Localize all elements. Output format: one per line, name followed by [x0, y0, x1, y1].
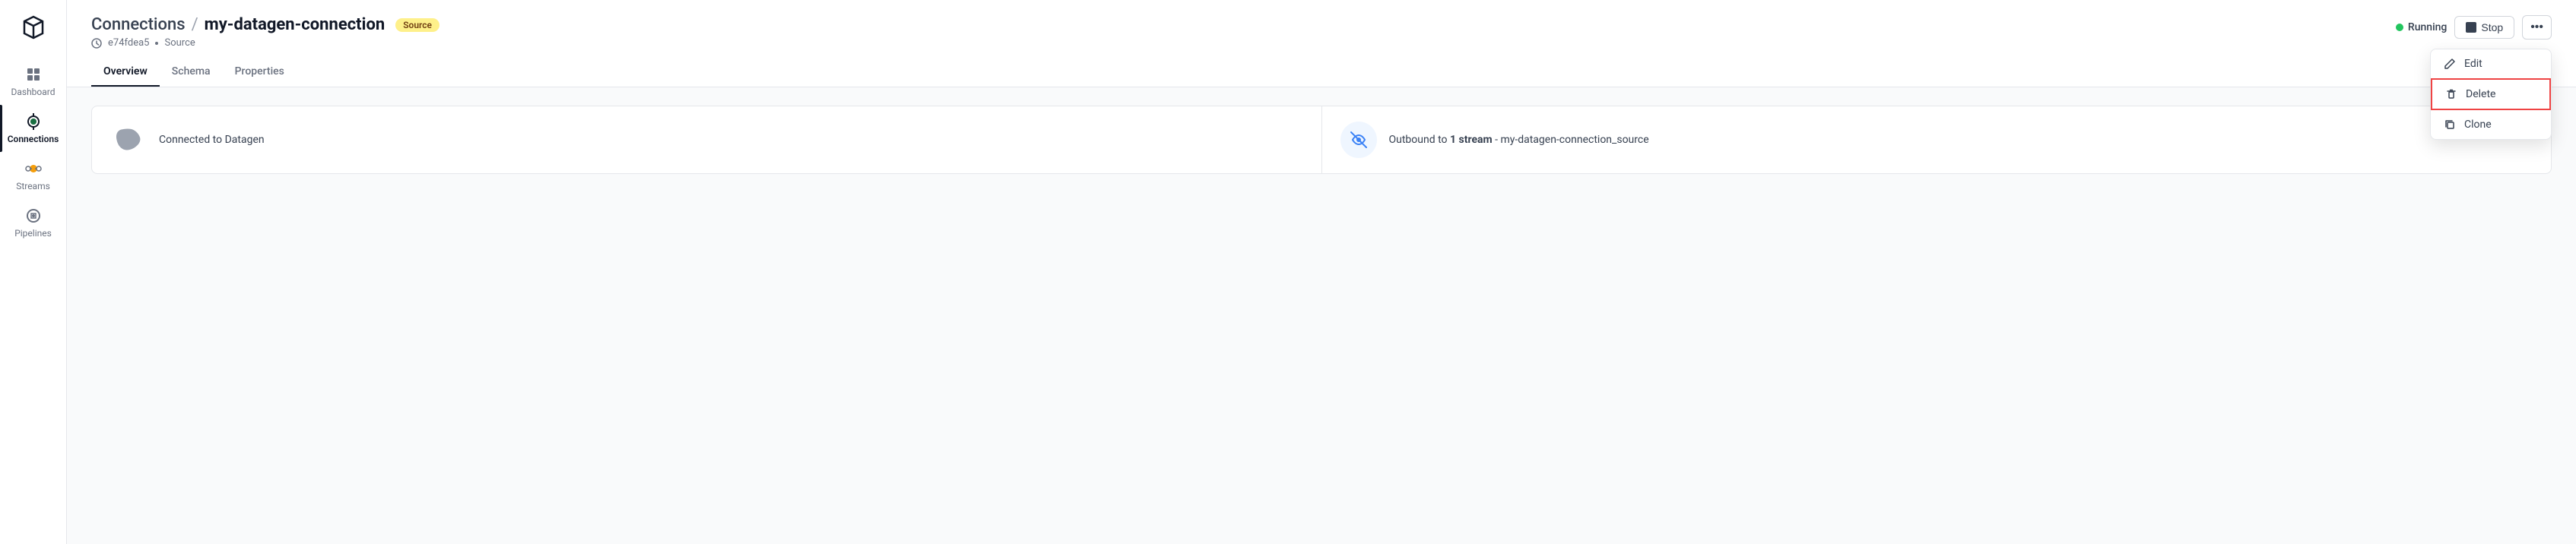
more-dots: •••: [2530, 21, 2543, 34]
info-card-connected: Connected to Datagen: [92, 106, 1322, 173]
tab-schema[interactable]: Schema: [160, 58, 223, 87]
stop-button[interactable]: Stop: [2454, 16, 2514, 39]
sidebar-item-streams[interactable]: Streams: [0, 152, 66, 199]
sidebar-item-label: Dashboard: [11, 87, 55, 97]
info-card-outbound: Outbound to 1 stream - my-datagen-connec…: [1322, 106, 2552, 173]
stream-suffix: - my-datagen-connection_source: [1493, 134, 1649, 146]
streams-icon: [24, 160, 43, 178]
clone-label: Clone: [2464, 119, 2492, 131]
stream-icon: [1340, 122, 1377, 158]
outbound-text: Outbound to 1 stream - my-datagen-connec…: [1389, 134, 1649, 146]
stop-label: Stop: [2481, 21, 2503, 33]
pencil-icon: [2443, 57, 2457, 71]
source-badge: Source: [395, 18, 439, 32]
stream-count: 1 stream: [1450, 134, 1493, 146]
delete-label: Delete: [2466, 88, 2495, 100]
dot-separator: [155, 42, 158, 45]
grid-icon: [24, 65, 43, 84]
dropdown-menu: Edit Delete: [2430, 49, 2552, 140]
breadcrumb-title: Connections / my-datagen-connection Sour…: [91, 15, 2552, 34]
dropdown-item-edit[interactable]: Edit: [2431, 49, 2551, 78]
sidebar-item-dashboard[interactable]: Dashboard: [0, 58, 66, 105]
sidebar-item-label: Streams: [16, 181, 50, 191]
connected-text: Connected to Datagen: [159, 134, 265, 146]
sidebar-item-pipelines[interactable]: Pipelines: [0, 199, 66, 246]
running-status: Running: [2396, 21, 2447, 33]
sidebar-item-label: Connections: [8, 134, 59, 144]
subtitle-id: e74fdea5: [108, 37, 149, 49]
running-dot: [2396, 24, 2403, 31]
edit-label: Edit: [2464, 58, 2482, 70]
breadcrumb-connections[interactable]: Connections: [91, 15, 186, 34]
breadcrumb-separator: /: [192, 15, 198, 34]
more-button[interactable]: •••: [2522, 15, 2552, 40]
subtitle-type: Source: [164, 37, 195, 49]
page-header: Connections / my-datagen-connection Sour…: [67, 0, 2576, 87]
sidebar: Dashboard Connections Streams: [0, 0, 67, 544]
app-logo[interactable]: [15, 9, 52, 46]
dropdown-item-delete[interactable]: Delete: [2431, 78, 2551, 110]
sidebar-item-label: Pipelines: [14, 228, 52, 239]
trash-icon: [2444, 87, 2458, 101]
tabs: Overview Schema Properties: [91, 58, 2552, 87]
datagen-icon: [110, 122, 147, 158]
header-wrapper: Connections / my-datagen-connection Sour…: [67, 0, 2576, 87]
tab-overview[interactable]: Overview: [91, 58, 160, 87]
page-title: my-datagen-connection: [205, 15, 385, 34]
sidebar-item-connections[interactable]: Connections: [0, 105, 66, 152]
running-label: Running: [2408, 21, 2447, 33]
main-content: Connections / my-datagen-connection Sour…: [67, 0, 2576, 544]
content-area: Connected to Datagen Outbound to 1 strea…: [67, 87, 2576, 544]
dropdown-item-clone[interactable]: Clone: [2431, 110, 2551, 139]
more-menu-container: ••• Edit: [2522, 15, 2552, 40]
connections-icon: [24, 112, 43, 131]
pipelines-icon: [24, 207, 43, 225]
copy-icon: [2443, 118, 2457, 131]
stop-icon: [2466, 22, 2476, 33]
page-subtitle: e74fdea5 Source: [91, 37, 2552, 49]
info-cards: Connected to Datagen Outbound to 1 strea…: [91, 106, 2552, 174]
clock-icon: [91, 38, 102, 49]
header-actions: Running Stop •••: [2396, 15, 2552, 40]
tab-properties[interactable]: Properties: [223, 58, 297, 87]
